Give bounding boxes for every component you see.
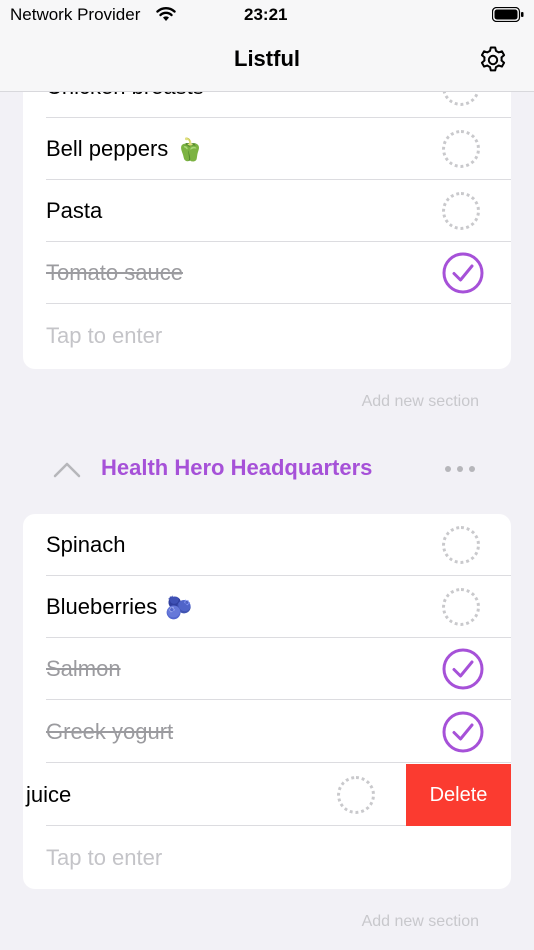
battery-icon (492, 7, 524, 22)
list-item[interactable]: Greek yogurt (23, 701, 511, 763)
add-new-section-button[interactable]: Add new section (362, 393, 479, 411)
unchecked-circle-icon[interactable] (337, 776, 375, 814)
wifi-icon (156, 7, 176, 21)
new-item-placeholder[interactable]: Tap to enter (46, 305, 162, 367)
screen: Network Provider 23:21 Listful Chicken b… (0, 0, 534, 950)
list-item[interactable]: Tomato sauce (23, 242, 511, 304)
checkmark-circle-icon[interactable] (442, 711, 484, 753)
blueberries-emoji: 🫐 (165, 595, 193, 621)
list-item[interactable]: Salmon (23, 638, 511, 700)
row-separator (46, 762, 511, 763)
add-new-section-button[interactable]: Add new section (362, 913, 479, 931)
carrier-label: Network Provider (10, 5, 141, 24)
bell-pepper-emoji: 🫑 (176, 137, 204, 163)
checkmark-circle-icon[interactable] (442, 252, 484, 294)
gear-icon[interactable] (478, 45, 508, 75)
section-title[interactable]: Health Hero Headquarters (101, 455, 372, 481)
section-header: Health Hero Headquarters (0, 451, 534, 491)
item-label: Tomato sauce (46, 260, 183, 285)
section-card-1: Chicken breasts Bell peppers🫑 Pasta Toma… (23, 56, 511, 369)
unchecked-circle-icon[interactable] (442, 130, 480, 168)
list-item-swiped[interactable]: juice Delete (23, 764, 511, 826)
item-label: Blueberries (46, 594, 158, 619)
page-title: Listful (234, 46, 300, 71)
more-options-icon[interactable] (444, 465, 476, 473)
delete-button[interactable]: Delete (406, 764, 511, 826)
chevron-up-icon[interactable] (52, 459, 82, 479)
list-item[interactable]: Bell peppers 🫑 (23, 118, 511, 180)
item-label: Greek yogurt (46, 719, 174, 744)
new-item-placeholder[interactable]: Tap to enter (46, 827, 162, 889)
section-card-2: Spinach Blueberries 🫐 Salmon Greek yogurt (23, 514, 511, 889)
unchecked-circle-icon[interactable] (442, 588, 480, 626)
item-label: Pasta (46, 198, 103, 223)
list-item[interactable]: Pasta (23, 180, 511, 242)
list-item[interactable]: Spinach (23, 514, 511, 576)
unchecked-circle-icon[interactable] (442, 526, 480, 564)
item-label: Salmon (46, 656, 121, 681)
new-item-row[interactable]: Tap to enter (23, 827, 511, 889)
item-label: Bell peppers (46, 136, 169, 161)
row-separator (46, 303, 511, 304)
list-item[interactable]: Blueberries 🫐 (23, 576, 511, 638)
status-time: 23:21 (244, 5, 288, 24)
row-separator (46, 699, 511, 700)
checkmark-circle-icon[interactable] (442, 648, 484, 690)
item-label: juice (26, 782, 72, 807)
item-label: Spinach (46, 532, 126, 557)
top-bar: Network Provider 23:21 Listful (0, 0, 534, 92)
unchecked-circle-icon[interactable] (442, 192, 480, 230)
new-item-row[interactable]: Tap to enter (23, 305, 511, 367)
